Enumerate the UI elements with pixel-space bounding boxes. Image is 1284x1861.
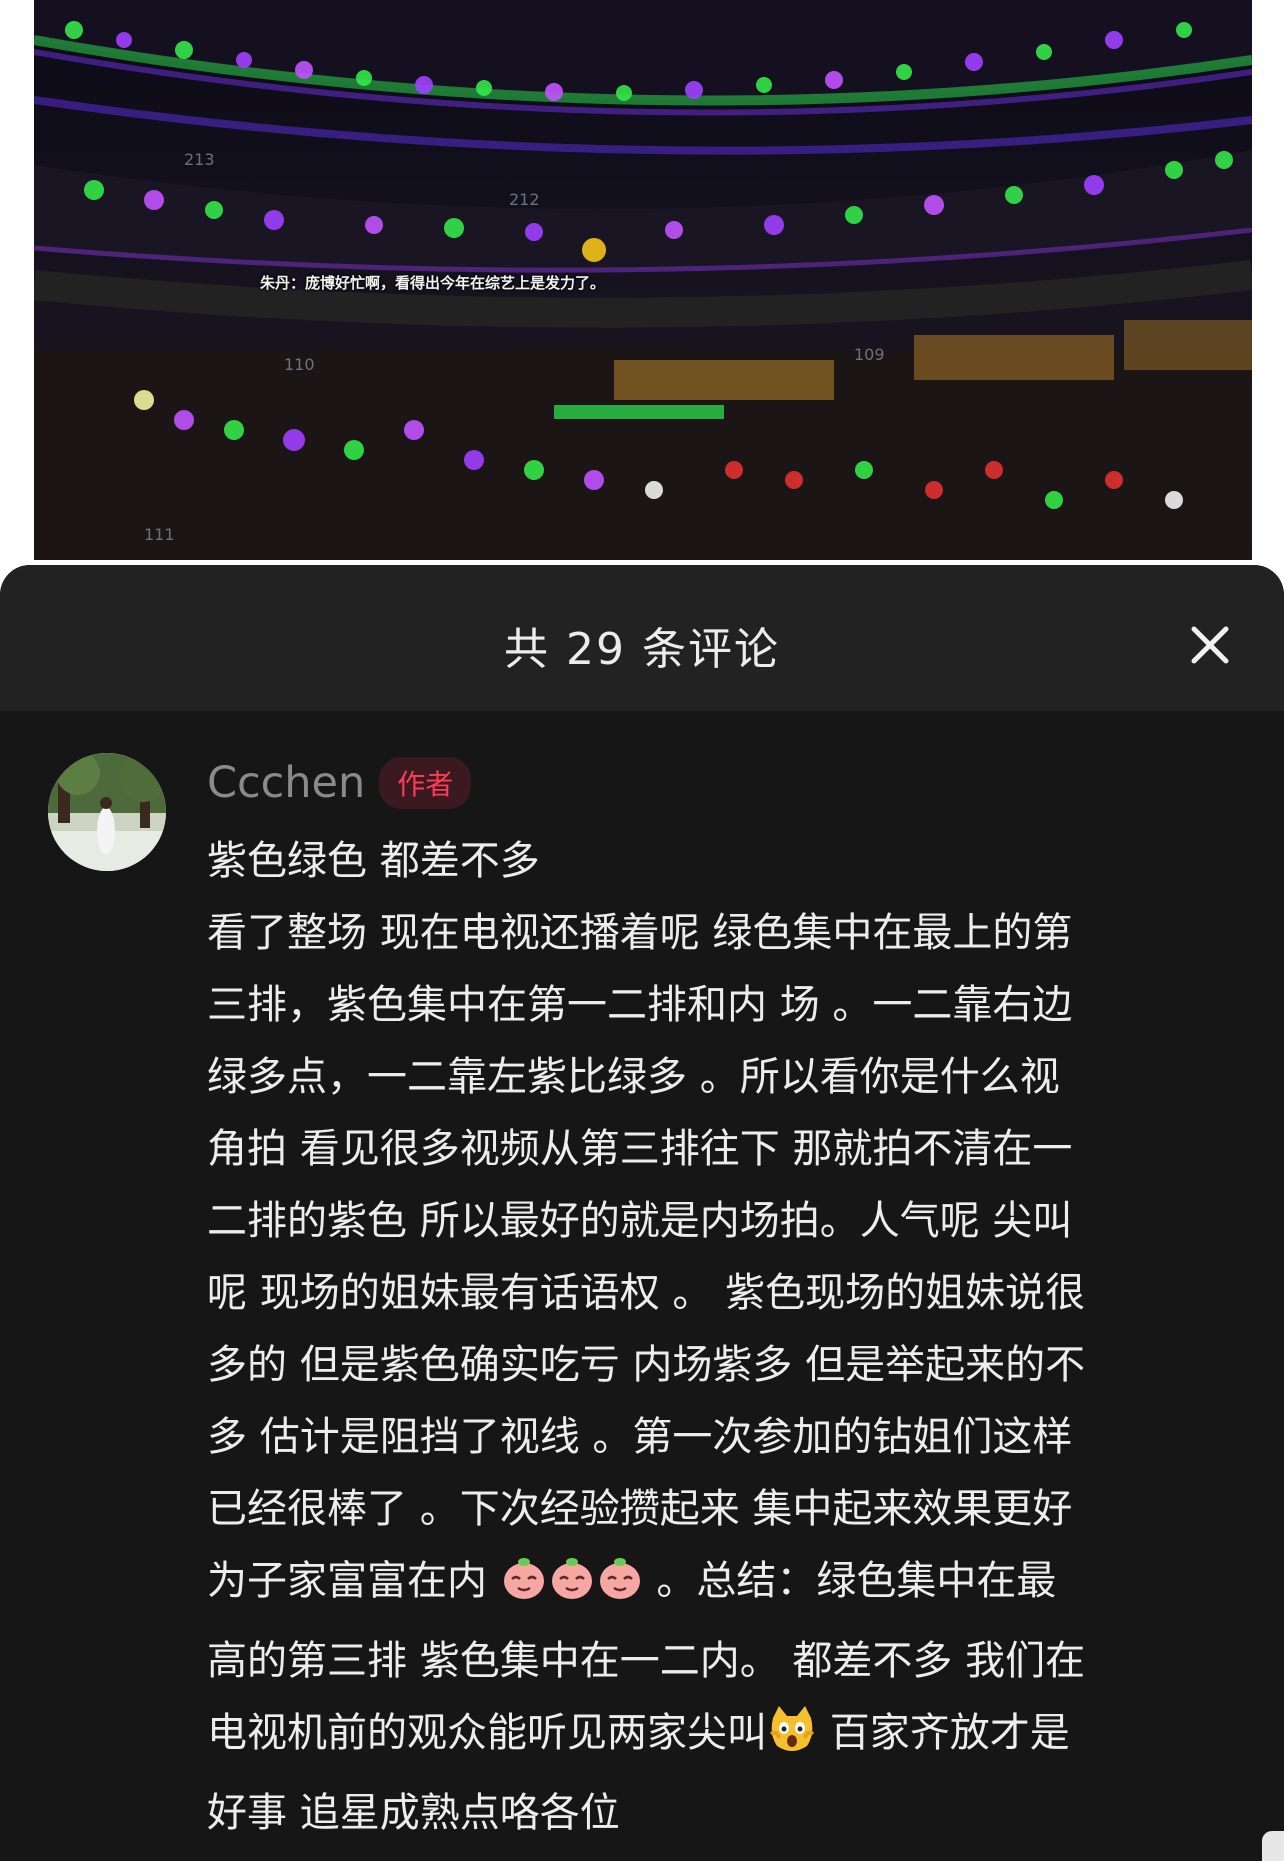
comment-body[interactable]: 紫色绿色 都差不多 看了整场 现在电视还播着呢 绿色集中在最上的第 三排，紫色集…	[207, 825, 1217, 1849]
comment-author-row: Ccchen 作者	[207, 757, 472, 809]
comment-line: 角拍 看见很多视频从第三排往下 那就拍不清在一	[207, 1126, 1073, 1172]
concert-photo: 213 212 110 109 111 朱丹：庞博好忙啊，看得出今年在综艺上是发…	[34, 0, 1252, 560]
close-button[interactable]	[1182, 617, 1238, 673]
comment-text: 为子家富富在内	[207, 1558, 487, 1604]
video-subtitle: 朱丹：庞博好忙啊，看得出今年在综艺上是发力了。	[260, 274, 606, 292]
comment-count-title: 共 29 条评论	[504, 624, 780, 675]
comment-line: 看了整场 现在电视还播着呢 绿色集中在最上的第	[207, 910, 1073, 956]
peach-face-emoji	[548, 1553, 596, 1625]
comment-line: 呢 现场的姐妹最有话语权 。 紫色现场的姐妹说很	[207, 1270, 1086, 1316]
section-label: 111	[144, 525, 175, 544]
comment-line: 二排的紫色 所以最好的就是内场拍。人气呢 尖叫	[207, 1198, 1073, 1244]
comment-line-with-emoji: 电视机前的观众能听见两家尖叫 百家齐放才是	[207, 1697, 1217, 1777]
comment-sheet: 共 29 条评论 Ccchen 作者 紫色绿色 都差不多 看了整场 现在电视还播…	[0, 565, 1284, 1861]
comment-line: 好事 追星成熟点咯各位	[207, 1790, 620, 1836]
author-name[interactable]: Ccchen	[207, 758, 365, 808]
comment-line: 高的第三排 紫色集中在一二内。 都差不多 我们在	[207, 1638, 1086, 1684]
peach-face-emoji	[500, 1553, 548, 1625]
comment-text: 百家齐放才是	[817, 1710, 1070, 1756]
section-label: 213	[184, 150, 215, 169]
sheet-header: 共 29 条评论	[0, 565, 1284, 711]
section-label: 110	[284, 355, 315, 374]
avatar-photo	[48, 753, 166, 871]
author-badge: 作者	[379, 757, 472, 809]
concert-scene-graphic	[34, 0, 1252, 560]
comment-line: 三排，紫色集中在第一二排和内 场 。一二靠右边	[207, 982, 1073, 1028]
comment-line: 绿多点，一二靠左紫比绿多 。所以看你是什么视	[207, 1054, 1060, 1100]
comment-line: 多的 但是紫色确实吃亏 内场紫多 但是举起来的不	[207, 1342, 1086, 1388]
comment-line: 紫色绿色 都差不多	[207, 838, 540, 884]
comment-line: 已经很棒了 。下次经验攒起来 集中起来效果更好	[207, 1486, 1073, 1532]
avatar[interactable]	[48, 753, 166, 871]
comment-line-with-emoji: 为子家富富在内 。总结：绿色集中在最	[207, 1545, 1217, 1625]
comment-text: 。总结：绿色集中在最	[643, 1558, 1057, 1604]
comment-text: 电视机前的观众能听见两家尖叫	[207, 1710, 767, 1756]
scared-cat-emoji	[767, 1704, 817, 1777]
close-icon	[1191, 626, 1229, 664]
section-label: 212	[509, 190, 540, 209]
side-handle[interactable]	[1262, 1831, 1284, 1861]
section-label: 109	[854, 345, 885, 364]
peach-face-emoji	[596, 1553, 644, 1625]
comment-line: 多 估计是阻挡了视线 。第一次参加的钻姐们这样	[207, 1414, 1073, 1460]
